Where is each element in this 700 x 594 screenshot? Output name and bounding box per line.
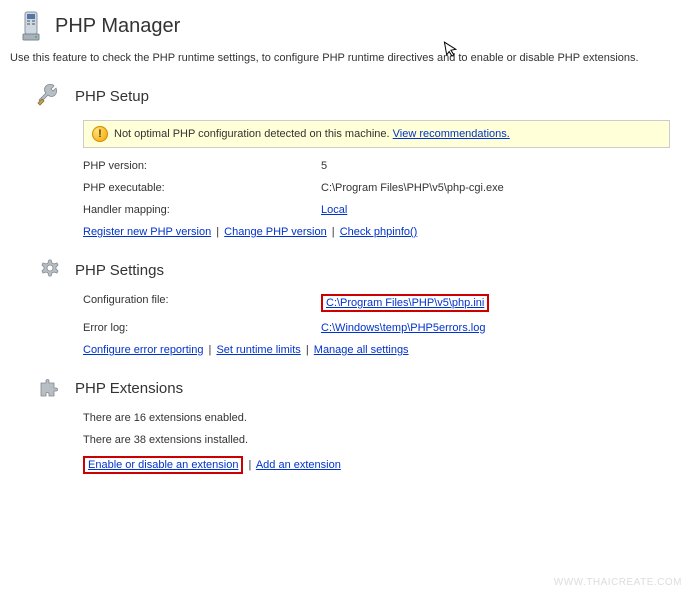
check-phpinfo-link[interactable]: Check phpinfo() [340, 226, 418, 238]
php-version-label: PHP version: [83, 160, 321, 172]
error-log-link[interactable]: C:\Windows\temp\PHP5errors.log [321, 322, 485, 334]
handler-mapping-label: Handler mapping: [83, 204, 321, 216]
highlight-box: C:\Program Files\PHP\v5\php.ini [321, 294, 489, 312]
section-title-extensions: PHP Extensions [75, 380, 183, 397]
register-php-link[interactable]: Register new PHP version [83, 226, 211, 238]
section-title-setup: PHP Setup [75, 88, 149, 105]
highlight-box: Enable or disable an extension [83, 456, 243, 474]
add-extension-link[interactable]: Add an extension [256, 459, 341, 471]
alert-banner: ! Not optimal PHP configuration detected… [83, 120, 670, 148]
config-file-label: Configuration file: [83, 294, 321, 312]
page-description: Use this feature to check the PHP runtim… [0, 47, 700, 74]
manage-settings-link[interactable]: Manage all settings [314, 344, 409, 356]
extensions-installed-text: There are 38 extensions installed. [83, 434, 700, 446]
php-version-value: 5 [321, 160, 327, 172]
runtime-limits-link[interactable]: Set runtime limits [216, 344, 300, 356]
php-executable-value: C:\Program Files\PHP\v5\php-cgi.exe [321, 182, 504, 194]
handler-mapping-link[interactable]: Local [321, 204, 347, 216]
puzzle-icon [35, 374, 63, 402]
change-php-link[interactable]: Change PHP version [224, 226, 327, 238]
php-manager-app-icon [15, 10, 47, 42]
section-php-setup: PHP Setup ! Not optimal PHP configuratio… [35, 82, 700, 238]
section-title-settings: PHP Settings [75, 262, 164, 279]
alert-text: Not optimal PHP configuration detected o… [114, 128, 390, 140]
warning-icon: ! [92, 126, 108, 142]
config-file-link[interactable]: C:\Program Files\PHP\v5\php.ini [326, 297, 484, 309]
wrench-icon [35, 82, 63, 110]
error-log-label: Error log: [83, 322, 321, 334]
php-executable-label: PHP executable: [83, 182, 321, 194]
page-title: PHP Manager [55, 15, 180, 38]
gear-icon [35, 256, 63, 284]
enable-disable-extension-link[interactable]: Enable or disable an extension [88, 459, 238, 471]
section-php-settings: PHP Settings Configuration file: C:\Prog… [35, 256, 700, 356]
watermark-text: WWW.THAICREATE.COM [554, 577, 682, 588]
section-php-extensions: PHP Extensions There are 16 extensions e… [35, 374, 700, 474]
extensions-enabled-text: There are 16 extensions enabled. [83, 412, 700, 424]
configure-error-link[interactable]: Configure error reporting [83, 344, 203, 356]
view-recommendations-link[interactable]: View recommendations. [393, 128, 510, 140]
